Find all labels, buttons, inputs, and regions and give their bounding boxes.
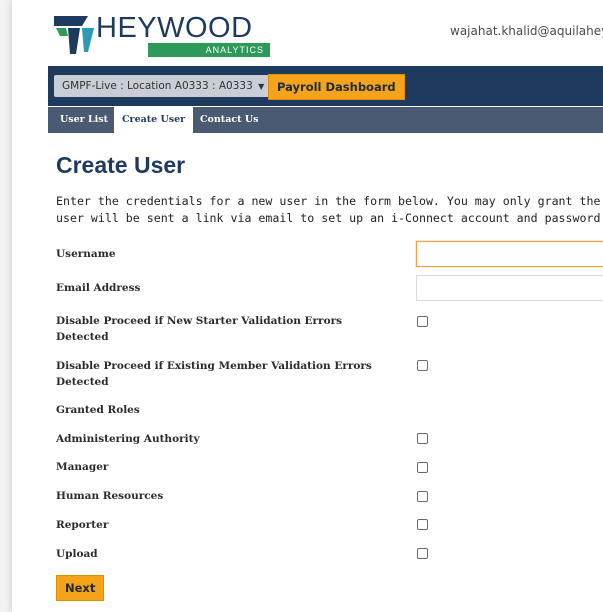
payroll-dashboard-button[interactable]: Payroll Dashboard bbox=[268, 74, 405, 100]
page-title: Create User bbox=[56, 152, 186, 178]
granted-roles-label: Granted Roles bbox=[56, 404, 140, 416]
role-upload-label: Upload bbox=[56, 548, 98, 560]
intro-text: Enter the credentials for a new user in … bbox=[56, 193, 603, 227]
username-input[interactable] bbox=[416, 241, 603, 267]
role-manager-label: Manager bbox=[56, 461, 109, 473]
location-select[interactable]: GMPF-Live : Location A0333 : A0333 ▼ bbox=[54, 75, 273, 97]
caret-down-icon: ▼ bbox=[258, 82, 265, 91]
email-label: Email Address bbox=[56, 282, 141, 294]
tab-user-list[interactable]: User List bbox=[54, 107, 114, 133]
user-email[interactable]: wajahat.khalid@aquilaheyw bbox=[450, 24, 603, 38]
role-reporter-checkbox[interactable] bbox=[417, 519, 428, 530]
role-reporter-label: Reporter bbox=[56, 519, 109, 531]
disable-new-starter-label: Disable Proceed if New Starter Validatio… bbox=[56, 315, 343, 343]
heywood-logo[interactable]: HEYWOOD ANALYTICS bbox=[54, 12, 270, 57]
tab-create-user[interactable]: Create User bbox=[114, 107, 194, 133]
logo-text: HEYWOOD bbox=[96, 12, 253, 44]
disable-existing-member-label: Disable Proceed if Existing Member Valid… bbox=[56, 360, 372, 388]
disable-existing-member-checkbox[interactable] bbox=[417, 360, 428, 371]
heywood-logo-icon bbox=[54, 16, 94, 54]
role-upload-checkbox[interactable] bbox=[417, 548, 428, 559]
role-administering-authority-label: Administering Authority bbox=[56, 433, 200, 445]
email-input[interactable] bbox=[416, 275, 603, 301]
role-manager-checkbox[interactable] bbox=[417, 462, 428, 473]
intro-line-1: Enter the credentials for a new user in … bbox=[56, 194, 603, 208]
disable-new-starter-checkbox[interactable] bbox=[417, 316, 428, 327]
intro-line-2: user will be sent a link via email to se… bbox=[56, 211, 603, 225]
app-window: HEYWOOD ANALYTICS wajahat.khalid@aquilah… bbox=[12, 0, 603, 612]
role-human-resources-label: Human Resources bbox=[56, 490, 164, 502]
next-button[interactable]: Next bbox=[56, 575, 105, 601]
username-label: Username bbox=[56, 248, 116, 260]
top-navigation-bar: GMPF-Live : Location A0333 : A0333 ▼ Pay… bbox=[48, 66, 603, 106]
location-select-value: GMPF-Live : Location A0333 : A0333 bbox=[62, 80, 253, 92]
tab-bar: User List Create User Contact Us bbox=[48, 107, 603, 133]
role-administering-authority-checkbox[interactable] bbox=[417, 433, 428, 444]
role-human-resources-checkbox[interactable] bbox=[417, 491, 428, 502]
tab-contact-us[interactable]: Contact Us bbox=[194, 107, 264, 133]
logo-subtitle: ANALYTICS bbox=[148, 43, 270, 57]
